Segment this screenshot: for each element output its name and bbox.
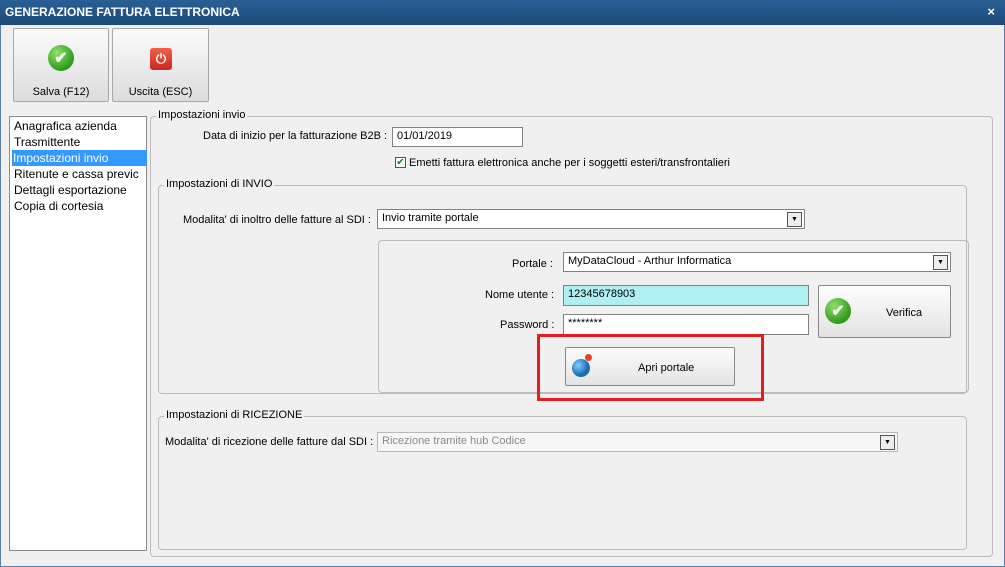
green-check-icon: ✔ — [825, 298, 851, 324]
foreign-subjects-checkbox[interactable]: ✔ — [395, 157, 406, 168]
receive-mode-select[interactable]: Ricezione tramite hub Codice ▼ — [377, 432, 898, 452]
portal-label: Portale : — [512, 258, 553, 270]
nav-item-anagrafica[interactable]: Anagrafica azienda — [13, 118, 118, 134]
b2b-date-field[interactable]: 01/01/2019 — [392, 127, 523, 147]
settings-group-label: Impostazioni invio — [156, 109, 248, 121]
send-mode-select[interactable]: Invio tramite portale ▼ — [377, 209, 805, 229]
exit-button[interactable]: ⏻ Uscita (ESC) — [112, 28, 209, 102]
nav-item-dettagli-esportazione[interactable]: Dettagli esportazione — [13, 182, 128, 198]
receive-mode-value: Ricezione tramite hub Codice — [382, 435, 526, 447]
nav-item-copia-cortesia[interactable]: Copia di cortesia — [13, 198, 104, 214]
password-label: Password : — [500, 319, 555, 331]
chevron-down-icon[interactable]: ▼ — [933, 255, 948, 270]
nav-item-trasmittente[interactable]: Trasmittente — [13, 134, 81, 150]
close-icon[interactable]: × — [987, 4, 995, 19]
send-mode-label: Modalita' di inoltro delle fatture al SD… — [183, 214, 371, 226]
receive-settings-group-label: Impostazioni di RICEZIONE — [164, 409, 305, 421]
username-field[interactable]: 12345678903 — [563, 285, 809, 306]
send-settings-group-label: Impostazioni di INVIO — [164, 178, 275, 190]
verify-button-label: Verifica — [886, 307, 923, 319]
save-button-label: Salva (F12) — [32, 86, 90, 98]
send-mode-value: Invio tramite portale — [382, 212, 479, 224]
chevron-down-icon[interactable]: ▼ — [880, 435, 895, 450]
nav-item-impostazioni-invio[interactable]: Impostazioni invio — [12, 150, 147, 166]
portal-value: MyDataCloud - Arthur Informatica — [568, 255, 732, 267]
green-check-icon: ✔ — [48, 45, 74, 71]
receive-mode-label: Modalita' di ricezione delle fatture dal… — [165, 436, 374, 448]
password-field[interactable]: ******** — [563, 314, 809, 335]
highlight-annotation-box — [537, 334, 764, 401]
save-button[interactable]: ✔ Salva (F12) — [13, 28, 109, 102]
exit-button-label: Uscita (ESC) — [128, 86, 193, 98]
foreign-subjects-label: Emetti fattura elettronica anche per i s… — [409, 157, 730, 169]
b2b-date-label: Data di inizio per la fatturazione B2B : — [203, 130, 388, 142]
nav-item-ritenute[interactable]: Ritenute e cassa previc — [13, 166, 140, 182]
chevron-down-icon[interactable]: ▼ — [787, 212, 802, 227]
portal-select[interactable]: MyDataCloud - Arthur Informatica ▼ — [563, 252, 951, 272]
power-stop-icon: ⏻ — [150, 48, 172, 70]
section-list[interactable]: Anagrafica azienda Trasmittente Impostaz… — [9, 116, 147, 551]
verify-button[interactable]: ✔ Verifica — [818, 285, 951, 338]
username-label: Nome utente : — [485, 289, 555, 301]
window-title: GENERAZIONE FATTURA ELETTRONICA — [5, 5, 240, 19]
